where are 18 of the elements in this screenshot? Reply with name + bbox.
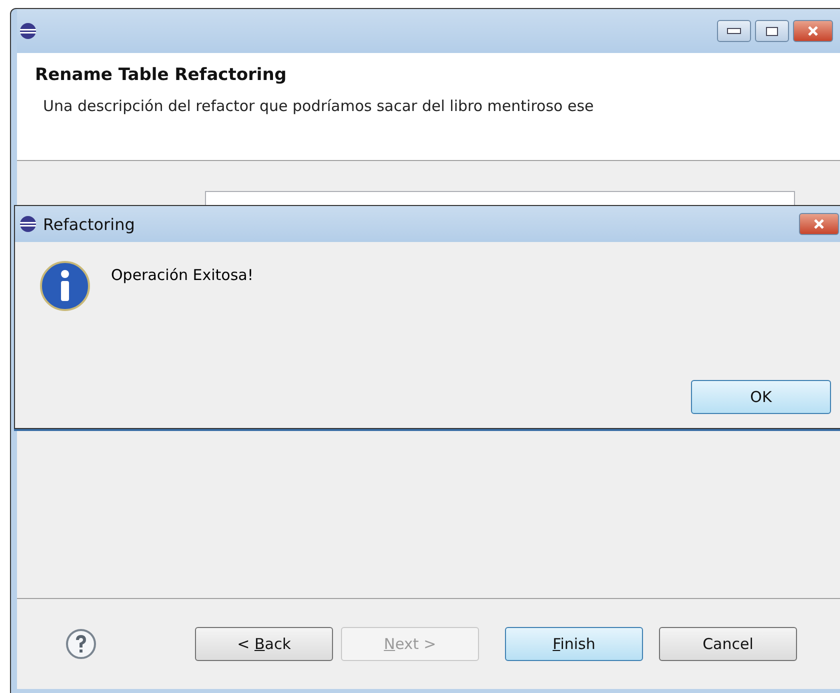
- dialog-title: Refactoring: [43, 214, 135, 234]
- maximize-button[interactable]: [755, 20, 789, 42]
- close-button[interactable]: [793, 20, 833, 42]
- page-description: Una descripción del refactor que podríamos sacar del libro mentiroso ese: [42, 97, 595, 115]
- eclipse-icon: [19, 215, 37, 233]
- wizard-button[interactable]: < Back: [195, 627, 333, 661]
- help-icon[interactable]: [65, 628, 97, 660]
- info-icon: [39, 260, 91, 312]
- dialog-message: Operación Exitosa!: [111, 266, 254, 284]
- close-icon: [813, 219, 825, 229]
- close-icon: [807, 26, 819, 36]
- minimize-button[interactable]: [717, 20, 751, 42]
- page-title: Rename Table Refactoring: [35, 65, 288, 85]
- wizard-button[interactable]: Finish: [505, 627, 643, 661]
- eclipse-icon: [19, 22, 37, 40]
- ok-button[interactable]: OK: [691, 380, 831, 414]
- wizard-button[interactable]: Cancel: [659, 627, 797, 661]
- close-button[interactable]: [799, 213, 839, 235]
